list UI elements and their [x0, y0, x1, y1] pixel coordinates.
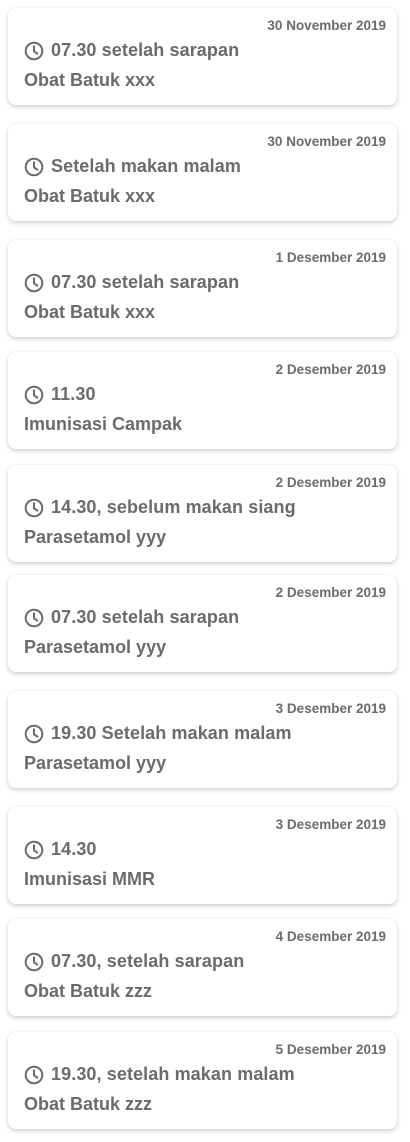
clock-icon [24, 840, 44, 860]
reminder-time-row: 19.30 Setelah makan malam [24, 723, 292, 744]
clock-icon [24, 1065, 44, 1085]
reminder-name: Obat Batuk zzz [24, 1094, 153, 1114]
reminder-card[interactable]: 2 Desember 2019 14.30, sebelum makan sia… [8, 465, 397, 562]
reminder-card[interactable]: 2 Desember 2019 07.30 setelah sarapan Pa… [8, 575, 397, 672]
clock-icon [24, 952, 44, 972]
reminder-time-row: 14.30, sebelum makan siang [24, 497, 296, 518]
reminder-time-row: 19.30, setelah makan malam [24, 1064, 295, 1085]
reminder-time: 07.30 setelah sarapan [51, 607, 240, 627]
reminder-time: 14.30 [51, 839, 97, 859]
clock-icon [24, 724, 44, 744]
reminder-date: 3 Desember 2019 [275, 817, 386, 832]
reminder-time-row: Setelah makan malam [24, 156, 241, 177]
reminder-date: 1 Desember 2019 [275, 250, 386, 265]
reminder-name: Obat Batuk xxx [24, 186, 156, 206]
reminder-date: 5 Desember 2019 [275, 1042, 386, 1057]
reminder-date: 2 Desember 2019 [275, 362, 386, 377]
reminder-time: 19.30, setelah makan malam [51, 1064, 295, 1084]
reminder-date: 30 November 2019 [267, 134, 386, 149]
reminder-card[interactable]: 30 November 2019 07.30 setelah sarapan O… [8, 8, 397, 105]
reminder-time: 07.30, setelah sarapan [51, 951, 245, 971]
reminder-time-row: 07.30 setelah sarapan [24, 607, 239, 628]
clock-icon [24, 157, 44, 177]
reminder-date: 30 November 2019 [267, 18, 386, 33]
reminder-time: 19.30 Setelah makan malam [51, 723, 292, 743]
reminder-time-row: 14.30 [24, 839, 97, 860]
reminder-card[interactable]: 5 Desember 2019 19.30, setelah makan mal… [8, 1032, 397, 1129]
reminder-name: Obat Batuk xxx [24, 70, 156, 90]
reminder-card[interactable]: 1 Desember 2019 07.30 setelah sarapan Ob… [8, 240, 397, 337]
reminder-time-row: 07.30 setelah sarapan [24, 272, 239, 293]
reminder-time-row: 07.30, setelah sarapan [24, 951, 244, 972]
reminder-date: 4 Desember 2019 [275, 929, 386, 944]
reminder-name: Imunisasi Campak [24, 414, 183, 434]
reminder-card[interactable]: 2 Desember 2019 11.30 Imunisasi Campak [8, 352, 397, 449]
reminder-time-row: 07.30 setelah sarapan [24, 40, 239, 61]
clock-icon [24, 608, 44, 628]
reminder-date: 2 Desember 2019 [275, 585, 386, 600]
reminder-time-row: 11.30 [24, 384, 96, 405]
reminder-card[interactable]: 3 Desember 2019 14.30 Imunisasi MMR [8, 807, 397, 904]
reminder-time: 07.30 setelah sarapan [51, 272, 240, 292]
reminder-time: 07.30 setelah sarapan [51, 40, 240, 60]
reminder-card[interactable]: 30 November 2019 Setelah makan malam Oba… [8, 124, 397, 221]
reminder-date: 3 Desember 2019 [275, 701, 386, 716]
clock-icon [24, 41, 44, 61]
reminder-time: 11.30 [51, 384, 96, 404]
reminder-card[interactable]: 3 Desember 2019 19.30 Setelah makan mala… [8, 691, 397, 788]
clock-icon [24, 273, 44, 293]
reminder-date: 2 Desember 2019 [275, 475, 386, 490]
clock-icon [24, 498, 44, 518]
reminder-name: Obat Batuk zzz [24, 981, 153, 1001]
reminder-name: Parasetamol yyy [24, 527, 167, 547]
reminder-name: Parasetamol yyy [24, 753, 167, 773]
reminder-name: Obat Batuk xxx [24, 302, 156, 322]
reminder-card[interactable]: 4 Desember 2019 07.30, setelah sarapan O… [8, 919, 397, 1016]
reminder-name: Parasetamol yyy [24, 637, 167, 657]
clock-icon [24, 385, 44, 405]
reminder-time: 14.30, sebelum makan siang [51, 497, 296, 517]
reminder-name: Imunisasi MMR [24, 869, 156, 889]
reminder-time: Setelah makan malam [51, 156, 241, 176]
